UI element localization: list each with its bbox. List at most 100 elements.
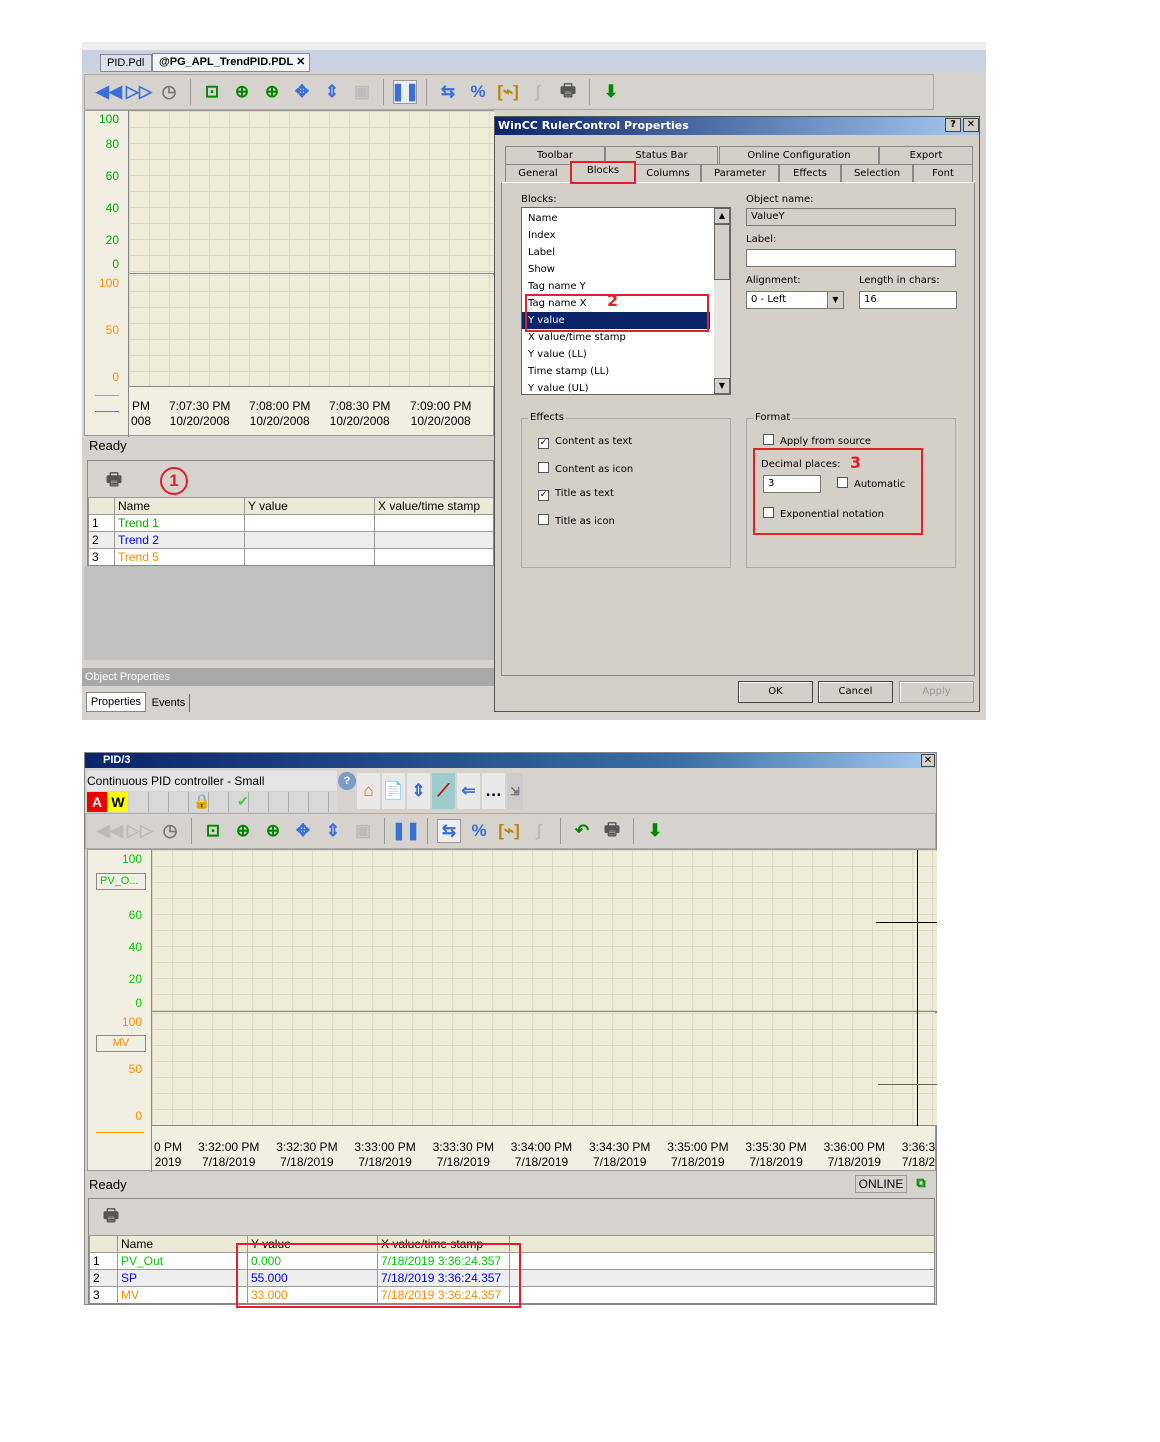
table-row[interactable]: 1 Trend 1 <box>88 514 493 532</box>
zoom-area-icon[interactable]: ⊡ <box>200 80 224 104</box>
stop-icon[interactable]: ❚❚ <box>392 819 421 843</box>
move-area-icon[interactable]: ✥ <box>290 80 314 104</box>
table-row[interactable]: 2 Trend 2 <box>88 531 493 549</box>
move-axis-icon[interactable]: ⇕ <box>321 819 345 843</box>
column-header[interactable]: Y value <box>244 497 375 515</box>
parameter-icon[interactable]: ⇐ <box>457 773 480 809</box>
stop-icon[interactable]: ❚❚ <box>391 80 419 104</box>
column-header[interactable]: Name <box>117 1235 248 1253</box>
content-as-icon-checkbox[interactable]: Content as icon <box>538 462 633 475</box>
export-icon[interactable]: ⬇ <box>599 80 623 104</box>
zoom-value-axis-icon[interactable]: ⊕ <box>260 80 284 104</box>
column-header[interactable]: Name <box>114 497 245 515</box>
list-item[interactable]: Y value (LL) <box>522 346 730 363</box>
label-input[interactable] <box>746 249 956 267</box>
percent-ruler-icon[interactable]: % <box>466 80 490 104</box>
next-page-icon[interactable]: ▷▷ <box>126 80 152 104</box>
tab-general[interactable]: General <box>505 164 571 182</box>
print-icon[interactable]: 🖶 <box>102 469 126 493</box>
time-label: PM 008 <box>131 399 152 428</box>
y-tick: 20 <box>105 233 119 247</box>
list-scrollbar[interactable]: ▲ ▼ <box>714 208 730 394</box>
y-tick: 100 <box>121 852 142 866</box>
first-page-icon[interactable]: ◀◀ <box>96 80 122 104</box>
stopwatch-icon[interactable]: ◷ <box>158 819 182 843</box>
first-page-icon[interactable]: ◀◀ <box>97 819 123 843</box>
print-icon[interactable]: 🖶 <box>600 819 624 843</box>
title-as-text-checkbox[interactable]: ✓ Title as text <box>538 488 614 501</box>
list-item[interactable]: Label <box>522 244 730 261</box>
tab-selection[interactable]: Selection <box>841 164 913 182</box>
list-item[interactable]: Y value (UL) <box>522 380 730 394</box>
tab-effects[interactable]: Effects <box>779 164 841 182</box>
length-input[interactable]: 16 <box>859 291 957 309</box>
chevron-down-icon[interactable]: ▼ <box>827 292 843 308</box>
ruler-icon[interactable]: ⇆ <box>437 819 461 843</box>
home-icon[interactable]: ⌂ <box>357 773 380 809</box>
ruler-icon[interactable]: ⇆ <box>436 80 460 104</box>
print-icon[interactable]: 🖶 <box>99 1205 123 1229</box>
list-item[interactable]: Show <box>522 261 730 278</box>
apply-from-source-checkbox[interactable]: Apply from source <box>763 434 871 447</box>
tab-properties[interactable]: Properties <box>86 692 146 712</box>
next-page-icon[interactable]: ▷▷ <box>127 819 153 843</box>
tab-parameter[interactable]: Parameter <box>701 164 779 182</box>
lock-icon: 🔒 <box>193 793 211 809</box>
alignment-select[interactable]: 0 - Left ▼ <box>746 291 844 309</box>
percent-ruler-icon[interactable]: % <box>467 819 491 843</box>
original-view-icon[interactable]: ▣ <box>350 80 374 104</box>
trend-view-icon[interactable]: ⟋ <box>432 773 455 809</box>
close-tab-icon[interactable]: ✕ <box>296 56 305 68</box>
tab-font[interactable]: Font <box>913 164 973 182</box>
more-icon[interactable]: … <box>482 773 505 809</box>
help-button[interactable]: ? <box>945 118 961 132</box>
select-data-icon[interactable]: ↶ <box>570 819 594 843</box>
print-icon[interactable]: 🖶 <box>556 80 580 104</box>
zoom-time-axis-icon[interactable]: ⊕ <box>231 819 255 843</box>
statistics-area-icon[interactable]: [⌁] <box>496 80 520 104</box>
column-header[interactable]: X value/time stamp <box>374 497 493 515</box>
original-view-icon[interactable]: ▣ <box>351 819 375 843</box>
zoom-area-icon[interactable]: ⊡ <box>201 819 225 843</box>
content-as-text-checkbox[interactable]: ✓ Content as text <box>538 436 632 449</box>
zoom-time-axis-icon[interactable]: ⊕ <box>230 80 254 104</box>
tab-columns[interactable]: Columns <box>635 164 701 182</box>
ok-button[interactable]: OK <box>738 681 813 703</box>
tab-trendpid[interactable]: @PG_APL_TrendPID.PDL ✕ <box>152 53 310 72</box>
list-item[interactable]: Index <box>522 227 730 244</box>
limits-icon[interactable]: ⇕ <box>407 773 430 809</box>
alarm-a-indicator: A <box>87 792 107 812</box>
faceplate-header: Continuous PID controller - Small <box>87 771 337 791</box>
list-item[interactable]: Tag name Y <box>522 278 730 295</box>
time-label: 0 PM 2019 <box>154 1140 183 1169</box>
title-as-icon-checkbox[interactable]: Title as icon <box>538 514 615 527</box>
object-name-label: Object name: <box>746 194 814 205</box>
tab-export[interactable]: Export <box>879 146 973 164</box>
help-icon[interactable]: ? <box>338 772 356 790</box>
tab-pid-pdl[interactable]: PID.Pdl <box>100 54 152 72</box>
statistics-area-icon[interactable]: [⌁] <box>497 819 521 843</box>
statistics-icon[interactable]: ∫ <box>526 80 550 104</box>
pv-axis-label: PV_O... <box>96 873 146 890</box>
tab-online-configuration[interactable]: Online Configuration <box>719 146 879 164</box>
effects-group: Effects ✓ Content as text Content as icon… <box>521 412 731 568</box>
alignment-label: Alignment: <box>746 275 801 286</box>
cancel-button[interactable]: Cancel <box>818 681 893 703</box>
statistics-icon[interactable]: ∫ <box>527 819 551 843</box>
close-button[interactable]: ✕ <box>921 754 935 767</box>
table-row[interactable]: 3 Trend 5 <box>88 548 493 565</box>
list-item[interactable]: Name <box>522 210 730 227</box>
tab-events[interactable]: Events <box>148 694 190 712</box>
upper-plot-area <box>129 111 495 274</box>
report-icon[interactable]: 📄 <box>382 773 405 809</box>
connection-icon[interactable]: ⧉ <box>911 1173 931 1193</box>
pin-icon[interactable]: ⇲ <box>507 773 523 809</box>
export-icon[interactable]: ⬇ <box>643 819 667 843</box>
apply-button[interactable]: Apply <box>899 681 974 703</box>
close-button[interactable]: ✕ <box>963 118 979 132</box>
stopwatch-icon[interactable]: ◷ <box>157 80 181 104</box>
move-axis-icon[interactable]: ⇕ <box>320 80 344 104</box>
list-item[interactable]: Time stamp (LL) <box>522 363 730 380</box>
zoom-value-axis-icon[interactable]: ⊕ <box>261 819 285 843</box>
move-area-icon[interactable]: ✥ <box>291 819 315 843</box>
